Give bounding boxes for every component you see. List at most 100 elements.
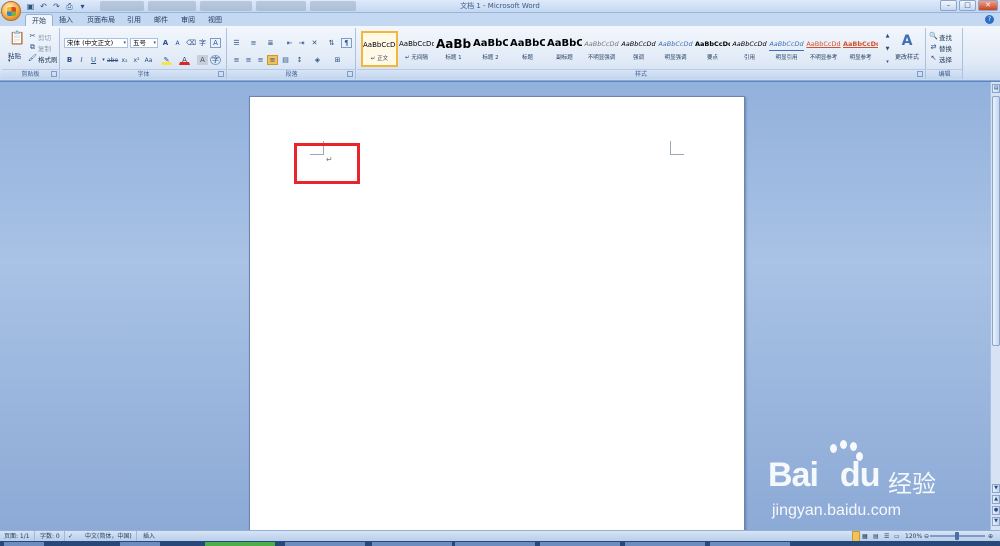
tab-page-layout[interactable]: 页面布局 xyxy=(81,14,121,26)
taskbar-item[interactable] xyxy=(285,542,365,546)
scrollbar-thumb[interactable] xyxy=(992,96,1000,346)
style-sample: AaBbCcDd xyxy=(806,40,841,48)
style-subtle-reference[interactable]: AaBbCcDd 不明显参考 xyxy=(805,31,842,67)
taskbar-item[interactable] xyxy=(540,542,620,546)
bold-button[interactable]: B xyxy=(64,55,75,65)
char-shading-icon[interactable]: A xyxy=(197,55,208,65)
change-styles-button[interactable]: 更改样式 xyxy=(895,52,919,61)
clear-format-icon[interactable]: ⌫ xyxy=(185,38,196,48)
change-styles-icon[interactable]: A xyxy=(897,31,917,49)
style-heading-1[interactable]: AaBb 标题 1 xyxy=(435,31,472,67)
align-right-icon[interactable]: ≡ xyxy=(255,55,266,65)
italic-button[interactable]: I xyxy=(76,55,87,65)
paragraph-launcher-icon[interactable] xyxy=(347,71,353,77)
style-quote[interactable]: AaBbCcDd 引用 xyxy=(731,31,768,67)
align-left-icon[interactable]: ≡ xyxy=(231,55,242,65)
taskbar-item[interactable] xyxy=(372,542,452,546)
maximize-button[interactable]: □ xyxy=(959,0,976,11)
style-subtitle[interactable]: AaBbC 副标题 xyxy=(546,31,583,67)
taskbar-item[interactable] xyxy=(4,542,44,546)
style-intense-emphasis[interactable]: AaBbCcDd 明显强调 xyxy=(657,31,694,67)
find-button[interactable]: 查找 xyxy=(939,32,952,42)
style-title[interactable]: AaBbC 标题 xyxy=(509,31,546,67)
strikethrough-button[interactable]: abe xyxy=(106,55,118,65)
replace-button[interactable]: 替换 xyxy=(939,43,952,53)
taskbar-item[interactable] xyxy=(625,542,705,546)
shading-icon[interactable]: ◈ xyxy=(312,55,323,65)
style-name: 明显参考 xyxy=(849,55,872,61)
tab-home[interactable]: 开始 xyxy=(25,14,53,26)
borders-icon[interactable]: ⊞ xyxy=(332,55,343,65)
cut-button[interactable]: 剪切 xyxy=(38,32,51,42)
taskbar-item[interactable] xyxy=(120,542,160,546)
line-spacing-icon[interactable]: ↕ xyxy=(294,55,305,65)
style-normal[interactable]: AaBbCcDd ↵ 正文 xyxy=(361,31,398,67)
vertical-scrollbar[interactable]: ▤ ▼ ▲ ● ▼ xyxy=(990,82,1000,530)
office-button[interactable] xyxy=(1,1,21,21)
style-intense-reference[interactable]: AaBbCcDd 明显参考 xyxy=(842,31,879,67)
tab-references[interactable]: 引用 xyxy=(121,14,147,26)
format-painter-button[interactable]: 格式刷 xyxy=(38,54,58,64)
decrease-indent-icon[interactable]: ⇤ xyxy=(284,38,295,48)
close-button[interactable]: ✕ xyxy=(978,0,998,11)
taskbar-item[interactable] xyxy=(205,542,275,546)
font-color-icon[interactable]: A xyxy=(179,55,190,65)
font-name-select[interactable]: 宋体 (中文正文) ▾ xyxy=(64,38,128,48)
minimize-button[interactable]: – xyxy=(940,0,957,11)
tab-insert[interactable]: 插入 xyxy=(53,14,79,26)
taskbar-item[interactable] xyxy=(455,542,535,546)
watermark-brand-text-2: du xyxy=(839,456,881,494)
style-strong[interactable]: AaBbCcDd 要点 xyxy=(694,31,731,67)
next-page-icon[interactable]: ▼ xyxy=(992,517,1000,526)
select-browse-object-icon[interactable]: ● xyxy=(992,506,1000,515)
superscript-button[interactable]: x² xyxy=(131,55,142,65)
style-heading-2[interactable]: AaBbC 标题 2 xyxy=(472,31,509,67)
style-subtle-emphasis[interactable]: AaBbCcDd 不明显强调 xyxy=(583,31,620,67)
style-no-spacing[interactable]: AaBbCcDd ↵ 无间隔 xyxy=(398,31,435,67)
style-emphasis[interactable]: AaBbCcDd 强调 xyxy=(620,31,657,67)
font-launcher-icon[interactable] xyxy=(218,71,224,77)
clipboard-launcher-icon[interactable] xyxy=(51,71,57,77)
highlight-color-icon[interactable]: ✎ xyxy=(161,55,172,65)
shrink-font-icon[interactable]: A xyxy=(172,38,183,48)
help-icon[interactable]: ? xyxy=(985,15,994,24)
align-center-icon[interactable]: ≡ xyxy=(243,55,254,65)
zoom-slider-handle[interactable] xyxy=(955,532,959,540)
previous-page-icon[interactable]: ▲ xyxy=(992,495,1000,504)
change-case-button[interactable]: Aa xyxy=(143,55,154,65)
pinyin-guide-icon[interactable]: 字 xyxy=(197,38,208,48)
select-button[interactable]: 选择 xyxy=(939,54,952,64)
multilevel-list-icon[interactable]: ≣ xyxy=(265,38,276,48)
styles-scroll-down-icon[interactable]: ▼ xyxy=(882,44,893,56)
grow-font-icon[interactable]: A xyxy=(160,38,171,48)
styles-group: AaBbCcDd ↵ 正文 AaBbCcDd ↵ 无间隔 AaBb 标题 1 A… xyxy=(357,28,926,79)
bullets-icon[interactable]: ☰ xyxy=(231,38,242,48)
sort-icon[interactable]: ⇅ xyxy=(326,38,337,48)
increase-indent-icon[interactable]: ⇥ xyxy=(296,38,307,48)
ruler-toggle-icon[interactable]: ▤ xyxy=(992,84,1000,93)
watermark-brand: Bai du xyxy=(768,456,881,495)
taskbar-item[interactable] xyxy=(710,542,790,546)
tab-mailings[interactable]: 邮件 xyxy=(148,14,174,26)
scroll-down-icon[interactable]: ▼ xyxy=(992,484,1000,493)
distributed-icon[interactable]: ▤ xyxy=(280,55,291,65)
numbering-icon[interactable]: ≡ xyxy=(248,38,259,48)
chinese-layout-icon[interactable]: ✕ xyxy=(309,38,320,48)
paste-icon[interactable]: 📋 xyxy=(8,30,25,46)
styles-launcher-icon[interactable] xyxy=(917,71,923,77)
font-group: 宋体 (中文正文) ▾ 五号 ▾ A A ⌫ 字 A B I U ▾ abe x₂ … xyxy=(61,28,227,79)
tab-view[interactable]: 视图 xyxy=(202,14,228,26)
styles-scroll-up-icon[interactable]: ▲ xyxy=(882,31,893,43)
styles-more-icon[interactable]: ▾ xyxy=(882,57,893,67)
show-marks-icon[interactable]: ¶ xyxy=(341,38,352,48)
font-size-select[interactable]: 五号 ▾ xyxy=(130,38,158,48)
enclose-char-icon[interactable]: 字 xyxy=(210,55,221,65)
subscript-button[interactable]: x₂ xyxy=(119,55,130,65)
char-border-icon[interactable]: A xyxy=(210,38,221,48)
paste-dropdown-icon[interactable]: ▾ xyxy=(8,58,11,64)
style-name: 强调 xyxy=(632,55,644,61)
justify-icon[interactable]: ≡ xyxy=(267,55,278,65)
copy-button[interactable]: 复制 xyxy=(38,43,51,53)
style-intense-quote[interactable]: AaBbCcDd 明显引用 xyxy=(768,31,805,67)
tab-review[interactable]: 审阅 xyxy=(175,14,201,26)
